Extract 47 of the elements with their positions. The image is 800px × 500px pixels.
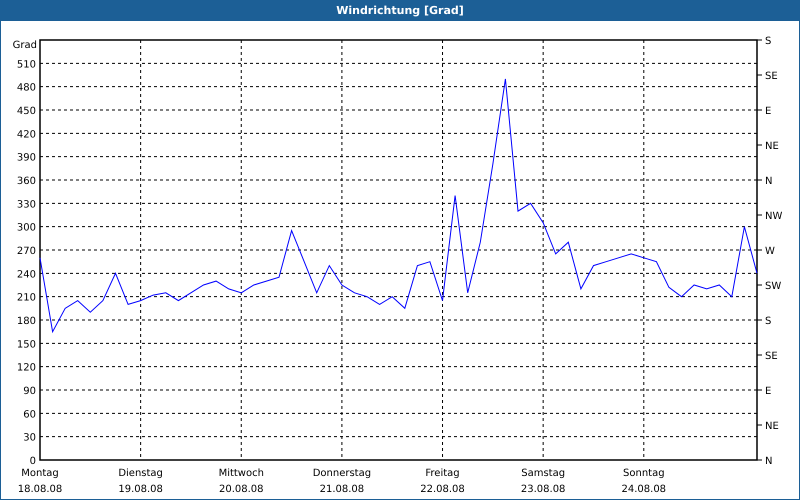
y-tick-label: 0 <box>30 456 36 467</box>
direction-tick-label: S <box>765 316 772 327</box>
y-tick-label: 60 <box>23 409 36 420</box>
direction-tick-label: S <box>765 36 772 47</box>
direction-tick-label: SE <box>765 351 778 362</box>
y-tick-label: 120 <box>16 362 36 374</box>
date-label: 23.08.08 <box>520 484 566 495</box>
date-label: 19.08.08 <box>118 484 163 495</box>
y-tick-label: 390 <box>16 152 36 164</box>
date-label: 18.08.08 <box>18 484 62 495</box>
direction-tick-label: E <box>765 386 772 397</box>
y-tick-label: 450 <box>16 106 36 117</box>
direction-tick-label: E <box>765 106 772 117</box>
direction-tick-label: W <box>765 246 775 257</box>
direction-tick-label: N <box>765 456 772 467</box>
y-tick-label: 300 <box>16 222 36 234</box>
date-label: 22.08.08 <box>420 484 465 495</box>
weekday-label: Freitag <box>425 468 460 479</box>
y-tick-label: 480 <box>16 82 36 94</box>
direction-tick-label: SW <box>765 281 782 292</box>
date-label: 21.08.08 <box>320 484 364 495</box>
y-tick-label: 360 <box>16 176 36 187</box>
weekday-label: Mittwoch <box>218 468 264 479</box>
weekday-label: Montag <box>21 468 59 479</box>
y-axis-label: Grad <box>12 40 37 51</box>
y-tick-label: 180 <box>16 316 36 327</box>
direction-tick-label: NW <box>765 211 782 222</box>
y-tick-label: 510 <box>16 59 36 70</box>
weekday-label: Donnerstag <box>312 468 372 479</box>
y-tick-label: 150 <box>16 339 36 350</box>
weekday-label: Samstag <box>521 468 566 479</box>
y-tick-label: 240 <box>16 269 36 280</box>
y-tick-label: 210 <box>16 292 36 304</box>
direction-tick-label: SE <box>765 71 778 82</box>
y-tick-label: 30 <box>23 432 36 444</box>
date-label: 24.08.08 <box>622 484 666 495</box>
window-title: Windrichtung [Grad] <box>336 2 464 19</box>
weekday-label: Sonntag <box>623 468 665 479</box>
date-label: 20.08.08 <box>219 484 264 495</box>
y-tick-label: 420 <box>16 129 36 140</box>
y-tick-label: 270 <box>16 246 36 257</box>
y-tick-label: 330 <box>16 199 36 210</box>
weekday-label: Dienstag <box>118 468 163 479</box>
direction-tick-label: NE <box>765 141 779 152</box>
direction-tick-label: NE <box>765 421 779 432</box>
y-tick-label: 90 <box>23 386 36 397</box>
direction-tick-label: N <box>765 176 772 187</box>
